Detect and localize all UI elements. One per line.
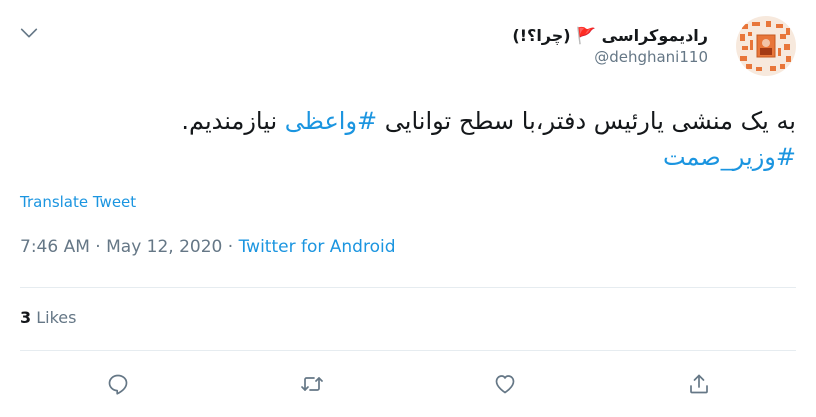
tweet-text-part: نیازمندیم. — [181, 107, 285, 135]
tweet-date[interactable]: May 12, 2020 — [106, 237, 222, 257]
tweet-meta: 7:46 AM · May 12, 2020 · Twitter for And… — [20, 237, 395, 257]
reply-icon[interactable] — [102, 368, 134, 400]
heart-icon[interactable] — [489, 368, 521, 400]
tweet-time[interactable]: 7:46 AM — [20, 237, 90, 257]
author-display-name[interactable]: رادیموکراسی 🚩 (چرا؟!) — [512, 26, 708, 45]
tweet-actions — [0, 368, 816, 400]
meta-separator: · — [89, 237, 107, 257]
tweet-text-part: به یک منشی یارئیس دفتر،با سطح توانایی — [377, 107, 796, 135]
tweet-text: به یک منشی یارئیس دفتر،با سطح توانایی #و… — [16, 103, 796, 175]
translate-tweet-link[interactable]: Translate Tweet — [20, 193, 136, 211]
likes-label: Likes — [31, 308, 77, 327]
meta-separator: · — [222, 237, 239, 257]
share-icon[interactable] — [683, 368, 715, 400]
hashtag-link[interactable]: #وزیر_صمت — [663, 143, 796, 171]
hashtag-link[interactable]: #واعظی — [285, 107, 377, 135]
chevron-down-icon[interactable] — [18, 22, 42, 46]
author-handle[interactable]: @dehghani110 — [512, 48, 708, 66]
avatar[interactable] — [736, 16, 796, 76]
divider — [20, 350, 796, 351]
likes-stat[interactable]: 3 Likes — [20, 308, 76, 327]
author-names: رادیموکراسی 🚩 (چرا؟!) @dehghani110 — [512, 26, 708, 66]
divider — [20, 287, 796, 288]
tweet-source-link[interactable]: Twitter for Android — [239, 237, 396, 257]
retweet-icon[interactable] — [296, 368, 328, 400]
likes-count: 3 — [20, 308, 32, 327]
tweet-header: رادیموکراسی 🚩 (چرا؟!) @dehghani110 — [0, 14, 816, 80]
